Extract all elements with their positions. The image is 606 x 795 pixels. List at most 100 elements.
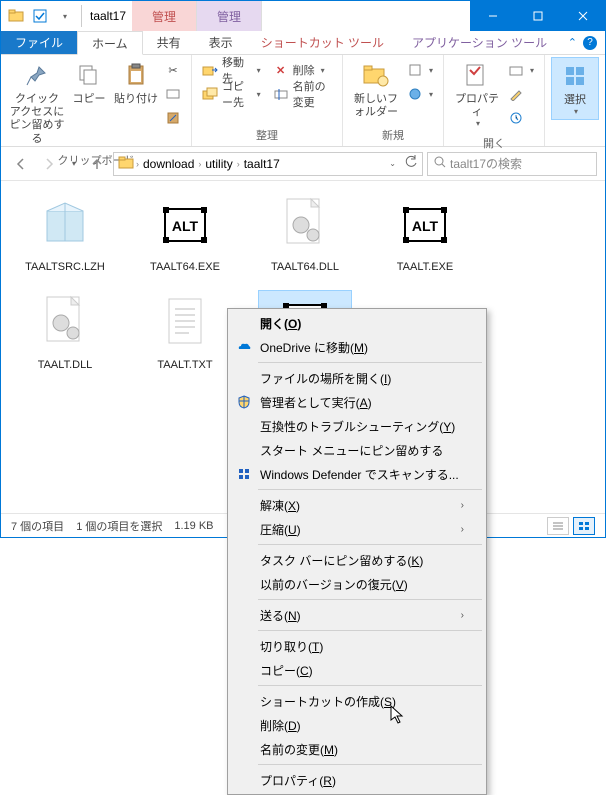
cm-compat[interactable]: 互換性のトラブルシューティング(Y) bbox=[230, 414, 484, 438]
window-title: taalt17 bbox=[84, 1, 132, 31]
onedrive-icon bbox=[236, 339, 252, 355]
explorer-icon[interactable] bbox=[5, 5, 27, 27]
breadcrumb-dropdown-icon[interactable]: ⌄ bbox=[389, 159, 396, 168]
txt-icon bbox=[153, 291, 217, 355]
file-item[interactable]: TAALT.TXT bbox=[139, 291, 231, 391]
cm-rename[interactable]: 名前の変更(M) bbox=[230, 737, 484, 761]
status-selection: 1 個の項目を選択 bbox=[76, 518, 162, 534]
file-item[interactable]: TAALT64.DLL bbox=[259, 193, 351, 273]
context-tab-app[interactable]: 管理 bbox=[197, 1, 262, 31]
status-count: 7 個の項目 bbox=[11, 518, 64, 534]
cm-open[interactable]: 開く(O) bbox=[230, 311, 484, 335]
close-button[interactable] bbox=[560, 1, 605, 31]
file-item[interactable]: ALT TAALT64.EXE bbox=[139, 193, 231, 273]
cm-cut[interactable]: 切り取り(T) bbox=[230, 634, 484, 658]
cm-properties[interactable]: プロパティ(R) bbox=[230, 768, 484, 792]
forward-button[interactable] bbox=[37, 152, 61, 176]
scissors-icon: ✂ bbox=[165, 62, 181, 78]
delete-icon: ✕ bbox=[273, 62, 289, 78]
cm-pin-start[interactable]: スタート メニューにピン留めする bbox=[230, 438, 484, 462]
edit-small-button[interactable] bbox=[504, 83, 538, 105]
copy-path-small-button[interactable] bbox=[161, 83, 185, 105]
breadcrumb[interactable]: › download› utility› taalt17 ⌄ bbox=[113, 152, 423, 176]
select-button[interactable]: 選択▾ bbox=[551, 57, 599, 120]
cm-compress[interactable]: 圧縮(U)› bbox=[230, 517, 484, 541]
recent-button[interactable]: ▾ bbox=[65, 152, 81, 176]
back-button[interactable] bbox=[9, 152, 33, 176]
file-item[interactable]: TAALT.DLL bbox=[19, 291, 111, 391]
shortcut-icon bbox=[165, 110, 181, 126]
shield-icon bbox=[236, 394, 252, 410]
qat-dropdown-icon[interactable]: ▾ bbox=[53, 5, 75, 27]
minimize-button[interactable] bbox=[470, 1, 515, 31]
view-details-button[interactable] bbox=[547, 517, 569, 535]
breadcrumb-seg-0[interactable]: download bbox=[141, 157, 196, 171]
properties-button[interactable]: プロパティ▾ bbox=[450, 57, 504, 131]
tab-view[interactable]: 表示 bbox=[195, 31, 247, 54]
cm-pin-taskbar[interactable]: タスク バーにピン留めする(K) bbox=[230, 548, 484, 572]
paste-shortcut-small-button[interactable] bbox=[161, 107, 185, 129]
qat-checkbox-icon[interactable] bbox=[29, 5, 51, 27]
tab-shortcut-tools[interactable]: ショートカット ツール bbox=[247, 31, 398, 54]
easy-access-button[interactable]: ▾ bbox=[403, 83, 437, 105]
history-small-button[interactable] bbox=[504, 107, 538, 129]
svg-text:ALT: ALT bbox=[172, 218, 199, 234]
search-input[interactable]: taalt17の検索 bbox=[427, 152, 597, 176]
breadcrumb-seg-1[interactable]: utility bbox=[203, 157, 234, 171]
cm-create-shortcut[interactable]: ショートカットの作成(S) bbox=[230, 689, 484, 713]
history-icon bbox=[508, 110, 524, 126]
help-icon[interactable]: ? bbox=[583, 36, 597, 50]
window-controls bbox=[470, 1, 605, 31]
cm-open-location[interactable]: ファイルの場所を開く(I) bbox=[230, 366, 484, 390]
cm-run-admin[interactable]: 管理者として実行(A) bbox=[230, 390, 484, 414]
pin-quick-access-button[interactable]: クイック アクセスにピン留めする bbox=[7, 57, 67, 148]
tab-home[interactable]: ホーム bbox=[77, 31, 143, 55]
paste-button[interactable]: 貼り付け bbox=[111, 57, 161, 108]
new-folder-icon bbox=[360, 59, 392, 91]
rename-button[interactable]: 名前の変更 bbox=[269, 83, 336, 105]
alt-exe-icon: ALT bbox=[393, 193, 457, 257]
address-bar: ▾ › download› utility› taalt17 ⌄ taalt17… bbox=[1, 147, 605, 181]
new-folder-button[interactable]: 新しいフォルダー bbox=[349, 57, 403, 121]
tab-share[interactable]: 共有 bbox=[143, 31, 195, 54]
select-icon bbox=[559, 60, 591, 92]
folder-icon bbox=[118, 154, 134, 173]
titlebar: ▾ taalt17 管理 管理 bbox=[1, 1, 605, 31]
ribbon-collapse-icon[interactable]: ⌃ bbox=[568, 36, 577, 49]
cm-defender[interactable]: Windows Defender でスキャンする... bbox=[230, 462, 484, 486]
svg-text:ALT: ALT bbox=[412, 218, 439, 234]
cm-copy[interactable]: コピー(C) bbox=[230, 658, 484, 682]
path-icon bbox=[165, 86, 181, 102]
pin-icon bbox=[21, 59, 53, 91]
file-item[interactable]: TAALTSRC.LZH bbox=[19, 193, 111, 273]
context-tab-shortcut[interactable]: 管理 bbox=[132, 1, 197, 31]
new-item-button[interactable]: ▾ bbox=[403, 59, 437, 81]
open-small-button[interactable]: ▾ bbox=[504, 59, 538, 81]
cm-send-to[interactable]: 送る(N)› bbox=[230, 603, 484, 627]
quick-access-toolbar: ▾ bbox=[1, 1, 79, 31]
breadcrumb-seg-2[interactable]: taalt17 bbox=[242, 157, 282, 171]
cm-prev-versions[interactable]: 以前のバージョンの復元(V) bbox=[230, 572, 484, 596]
properties-icon bbox=[461, 59, 493, 91]
copy-to-button[interactable]: コピー先▾ bbox=[198, 83, 265, 105]
tab-file[interactable]: ファイル bbox=[1, 31, 77, 54]
cm-onedrive[interactable]: OneDrive に移動(M) bbox=[230, 335, 484, 359]
ribbon-tabs: ファイル ホーム 共有 表示 ショートカット ツール アプリケーション ツール … bbox=[1, 31, 605, 55]
cm-delete[interactable]: 削除(D) bbox=[230, 713, 484, 737]
cut-small-button[interactable]: ✂ bbox=[161, 59, 185, 81]
copy-to-icon bbox=[202, 86, 218, 102]
refresh-button[interactable] bbox=[404, 155, 418, 172]
defender-icon bbox=[236, 466, 252, 482]
context-menu: 開く(O) OneDrive に移動(M) ファイルの場所を開く(I) 管理者と… bbox=[227, 308, 487, 795]
dll-icon bbox=[273, 193, 337, 257]
cm-unzip[interactable]: 解凍(X)› bbox=[230, 493, 484, 517]
maximize-button[interactable] bbox=[515, 1, 560, 31]
file-item[interactable]: ALT TAALT.EXE bbox=[379, 193, 471, 273]
up-button[interactable] bbox=[85, 152, 109, 176]
group-select-label bbox=[545, 129, 605, 146]
move-icon bbox=[202, 62, 218, 78]
copy-button[interactable]: コピー bbox=[67, 57, 111, 108]
search-icon bbox=[434, 156, 446, 171]
view-icons-button[interactable] bbox=[573, 517, 595, 535]
tab-app-tools[interactable]: アプリケーション ツール bbox=[398, 31, 561, 54]
